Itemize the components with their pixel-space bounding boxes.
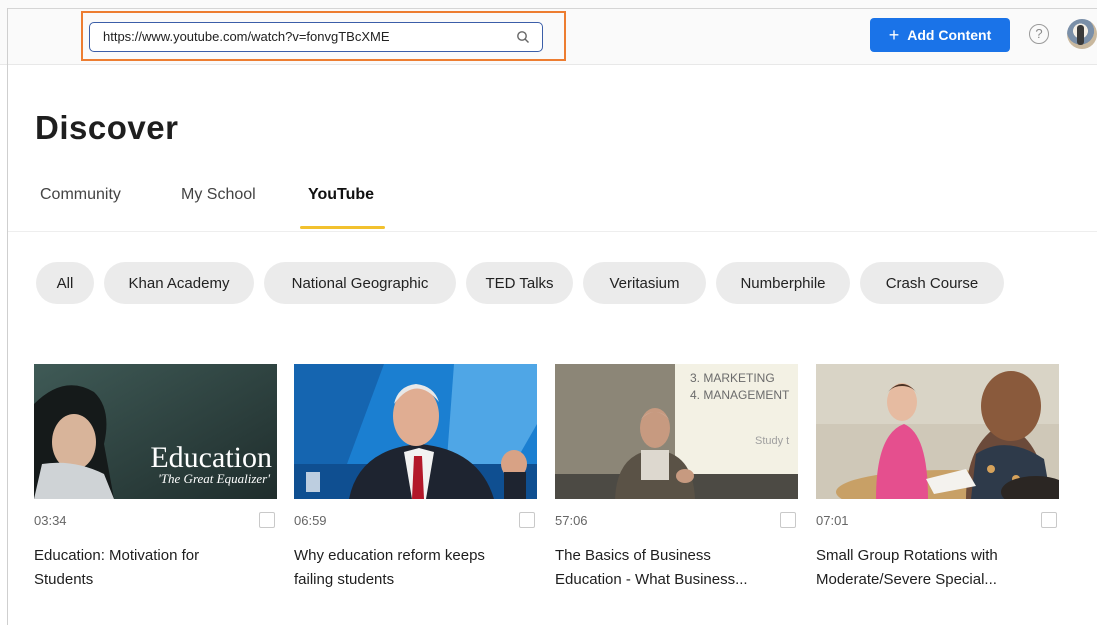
search-icon[interactable] [516,30,530,44]
slide-text-line: 4. MANAGEMENT [690,388,790,402]
filter-chip-veritasium[interactable]: Veritasium [583,262,706,304]
video-duration: 57:06 [555,513,588,528]
video-title-line: The Basics of Business [555,547,711,564]
video-thumbnail[interactable]: Education 'The Great Equalizer' [34,364,277,499]
tab-youtube[interactable]: YouTube [308,186,374,204]
select-checkbox[interactable] [259,512,275,528]
help-icon[interactable]: ? [1029,24,1049,44]
filter-chip-all[interactable]: All [36,262,94,304]
tab-my-school[interactable]: My School [181,186,256,204]
video-duration: 06:59 [294,513,327,528]
select-checkbox[interactable] [1041,512,1057,528]
filter-chip-numberphile[interactable]: Numberphile [716,262,850,304]
thumbnail-subtitle-text: 'The Great Equalizer' [158,471,270,486]
window-left-border [7,8,8,625]
plus-icon: + [888,25,900,45]
tabs-divider [8,231,1097,232]
slide-text-line: Study t [755,435,789,447]
select-checkbox[interactable] [519,512,535,528]
video-title-line: Moderate/Severe Special... [816,571,997,588]
add-content-button[interactable]: + Add Content [870,18,1010,52]
search-input-value[interactable]: https://www.youtube.com/watch?v=fonvgTBc… [103,29,390,44]
video-title[interactable]: Why education reform keeps failing stude… [294,544,537,592]
tab-community[interactable]: Community [40,186,121,204]
video-title[interactable]: Education: Motivation for Students [34,544,277,592]
active-tab-indicator [300,226,385,229]
video-duration: 07:01 [816,513,849,528]
video-title-line: Why education reform keeps [294,547,485,564]
video-title-line: failing students [294,571,395,588]
filter-chip-crash-course[interactable]: Crash Course [860,262,1004,304]
window-top-border [7,8,1097,9]
video-thumbnail[interactable] [294,364,537,499]
select-checkbox[interactable] [780,512,796,528]
video-title-line: Students [34,571,94,588]
video-title-line: Education - What Business... [555,571,748,588]
page-title: Discover [35,109,179,146]
video-duration: 03:34 [34,513,67,528]
video-thumbnail[interactable]: 3. MARKETING 4. MANAGEMENT Study t [555,364,798,499]
filter-chip-khan-academy[interactable]: Khan Academy [104,262,254,304]
video-title[interactable]: The Basics of Business Education - What … [555,544,798,592]
video-thumbnail[interactable] [816,364,1059,499]
filter-chip-national-geographic[interactable]: National Geographic [264,262,456,304]
video-title[interactable]: Small Group Rotations with Moderate/Seve… [816,544,1059,592]
avatar[interactable] [1067,19,1097,49]
add-content-label: Add Content [907,27,992,43]
search-input[interactable]: https://www.youtube.com/watch?v=fonvgTBc… [89,22,543,52]
thumbnail-title-text: Education [150,441,272,474]
slide-text-line: 3. MARKETING [690,371,775,385]
video-title-line: Education: Motivation for [34,547,200,564]
filter-chip-ted-talks[interactable]: TED Talks [466,262,573,304]
video-title-line: Small Group Rotations with [816,547,998,564]
